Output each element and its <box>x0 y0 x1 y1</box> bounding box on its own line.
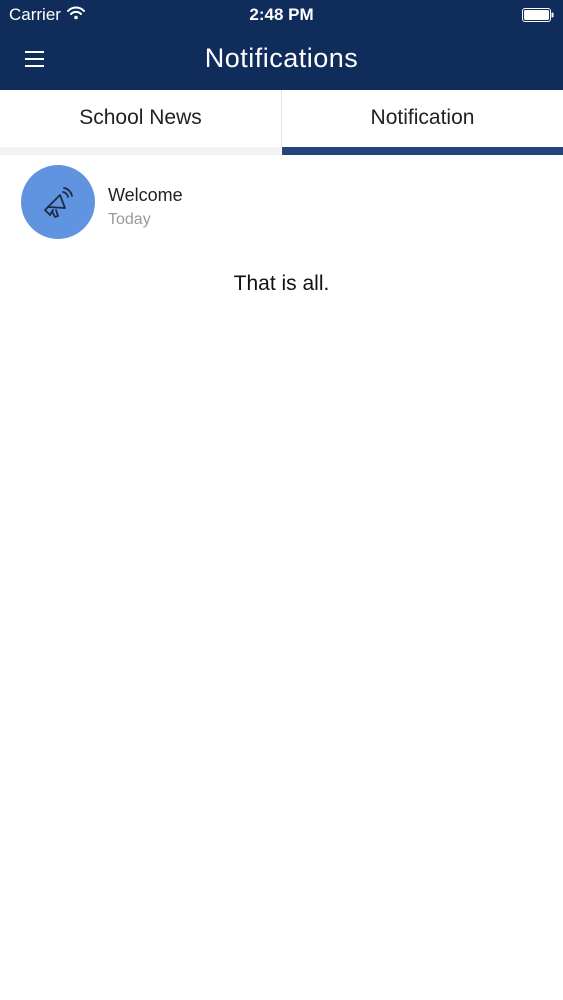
status-time: 2:48 PM <box>249 5 314 24</box>
tab-bar: School News Notification <box>0 90 563 155</box>
app-header: Carrier 2:48 PM Notifications <box>0 0 563 90</box>
tab-track <box>0 147 281 155</box>
navigation-bar: Notifications <box>0 30 563 90</box>
notification-title: Welcome <box>108 185 183 205</box>
page-title: Notifications <box>204 43 359 73</box>
megaphone-icon <box>44 187 73 218</box>
notification-item[interactable]: Welcome Today <box>0 160 563 246</box>
selected-tab-indicator <box>282 147 563 155</box>
tab-notification[interactable]: Notification <box>282 90 563 155</box>
status-bar: Carrier 2:48 PM <box>0 0 563 30</box>
end-of-list-message: That is all. <box>233 272 330 295</box>
tab-school-news[interactable]: School News <box>0 90 281 155</box>
battery-icon <box>522 8 554 22</box>
notification-time: Today <box>108 211 151 228</box>
notification-avatar <box>21 165 95 239</box>
